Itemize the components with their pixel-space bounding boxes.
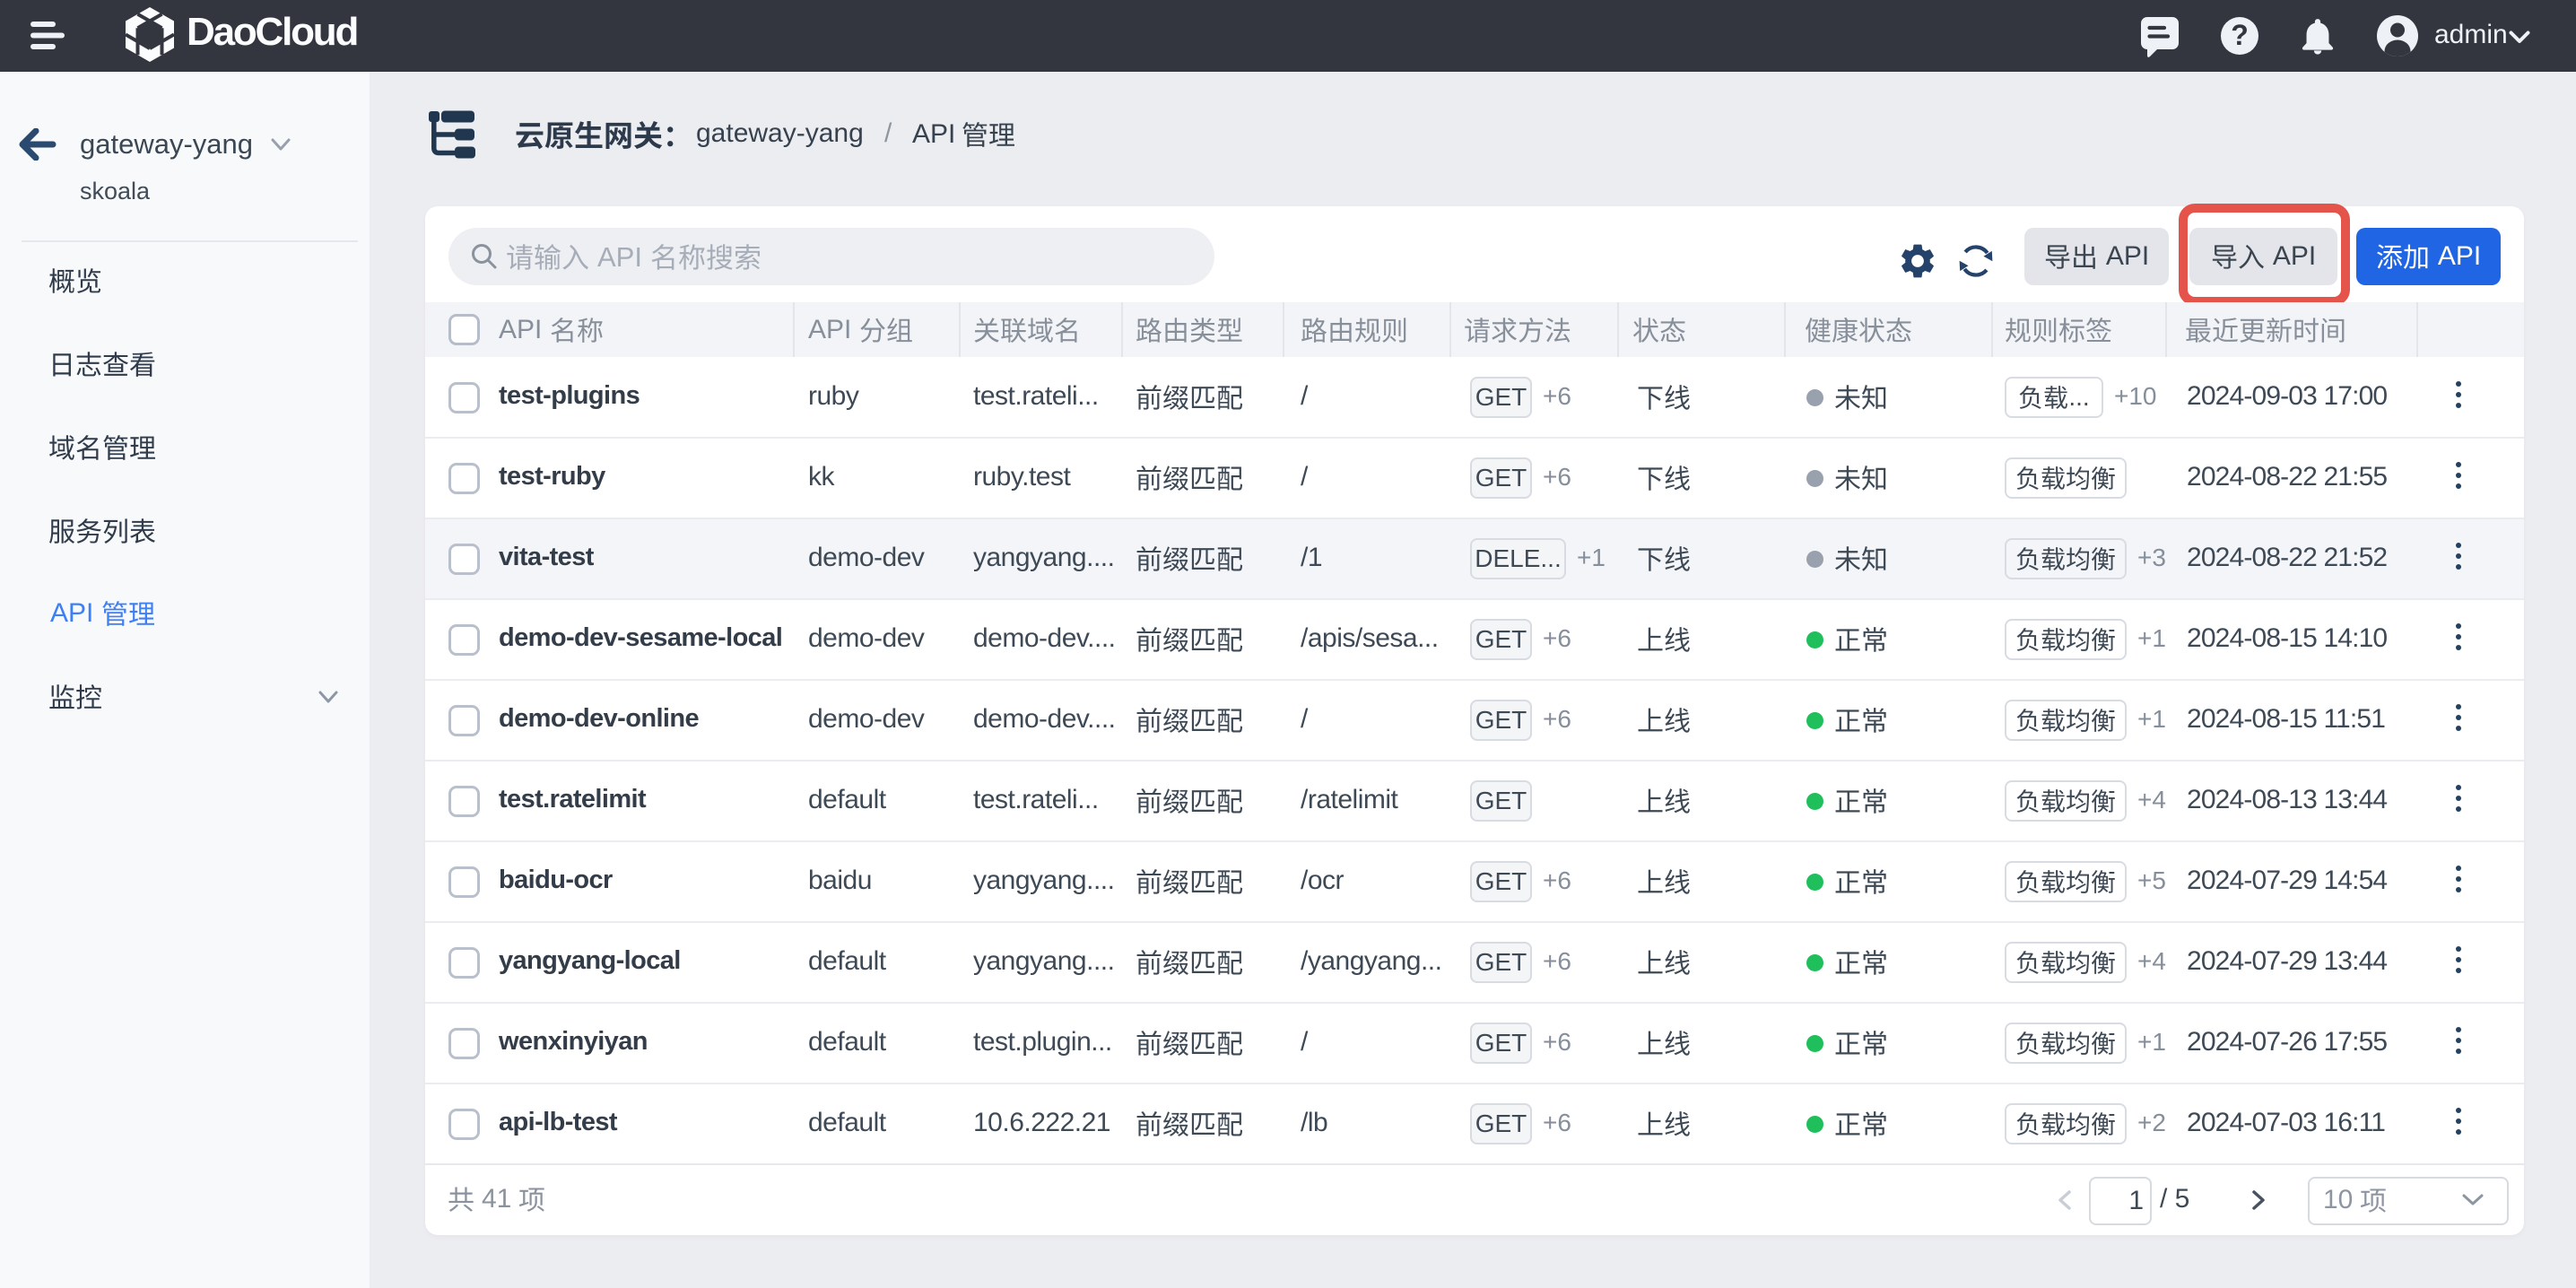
svg-text:?: ?	[2231, 19, 2249, 51]
